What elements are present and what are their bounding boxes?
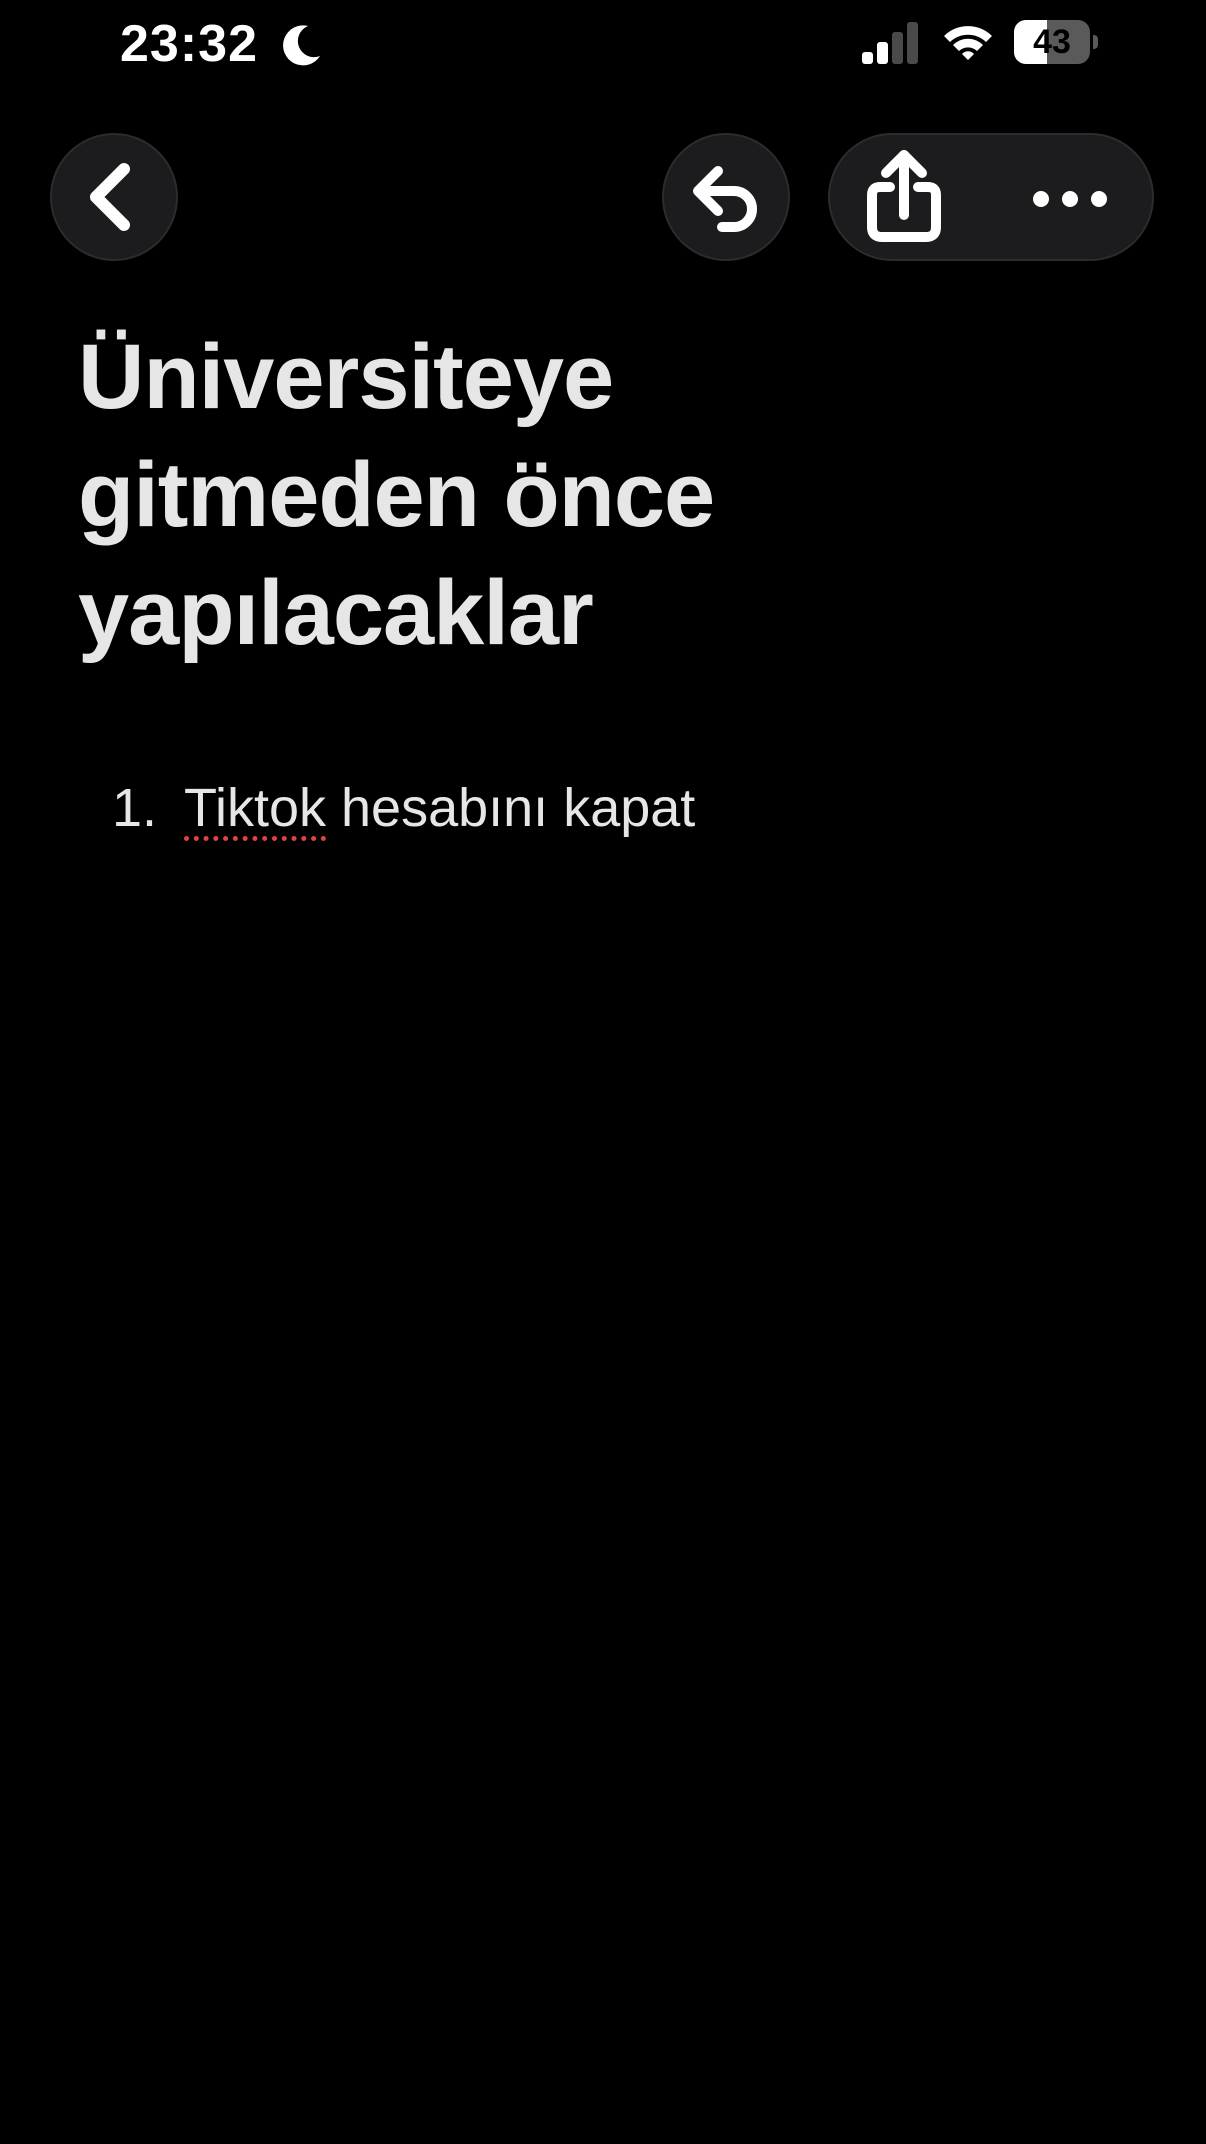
share-button[interactable]: [850, 135, 980, 259]
wifi-icon: [944, 26, 992, 60]
undo-button[interactable]: [662, 133, 790, 261]
note-list: 1. Tiktok hesabını kapat: [112, 770, 695, 846]
status-bar: 23:32 43: [0, 0, 1206, 90]
list-item[interactable]: 1. Tiktok hesabını kapat: [112, 770, 695, 846]
battery-level: 43: [1033, 23, 1071, 61]
moon-icon: [283, 25, 320, 66]
misspelled-word[interactable]: Tiktok: [184, 778, 326, 838]
share-more-group: [828, 133, 1154, 261]
more-button[interactable]: [1006, 135, 1136, 259]
chevron-left-icon: [90, 163, 130, 231]
signal-bar: [907, 22, 918, 64]
battery-body: 43: [1014, 20, 1090, 64]
battery-tip: [1093, 35, 1098, 49]
note-title[interactable]: Üniversiteye gitmeden önce yapılacaklar: [78, 318, 1078, 672]
back-button[interactable]: [50, 133, 178, 261]
battery-indicator: 43: [1014, 20, 1098, 66]
list-item-number: 1.: [112, 778, 158, 838]
note-title-line: Üniversiteye: [78, 326, 614, 428]
note-title-line: gitmeden önce: [78, 444, 715, 546]
status-time: 23:32: [120, 15, 258, 73]
signal-bar: [877, 42, 888, 64]
cellular-signal-icon: [862, 22, 918, 64]
note-title-line: yapılacaklar: [78, 562, 594, 664]
signal-bar: [862, 52, 873, 64]
share-icon: [867, 150, 941, 242]
signal-bar: [892, 32, 903, 64]
undo-arrow-icon: [693, 166, 757, 232]
ellipsis-icon: [1033, 191, 1107, 207]
list-item-text: hesabını kapat: [326, 778, 696, 838]
